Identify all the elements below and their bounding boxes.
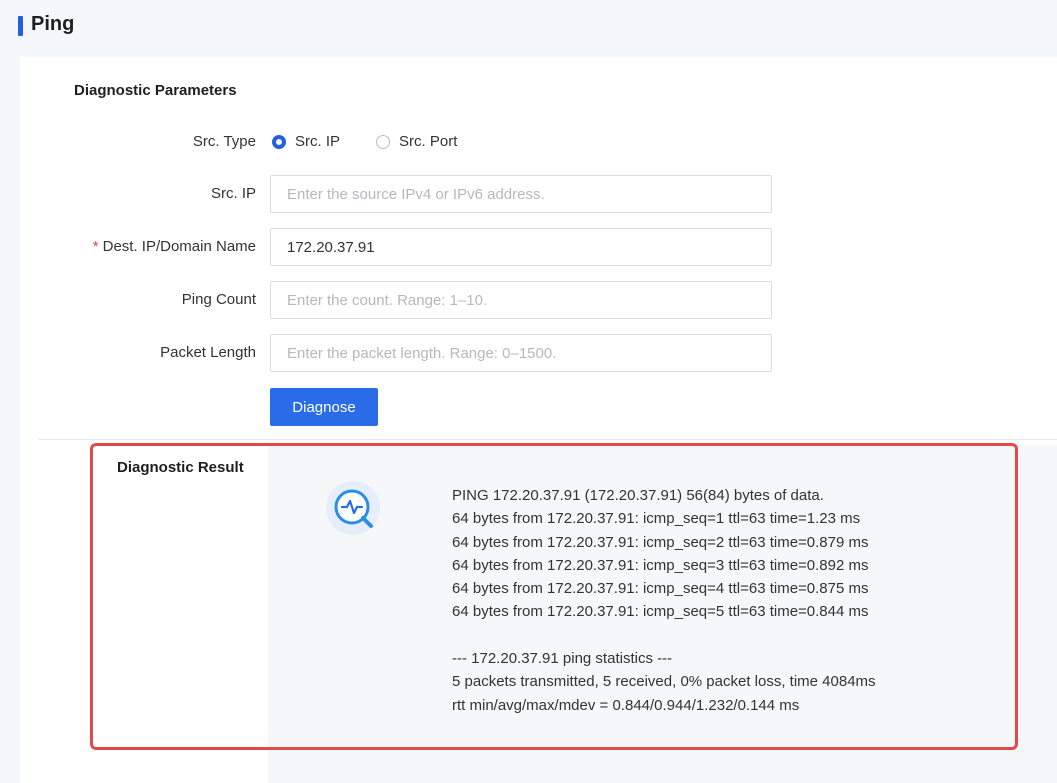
page-title: Ping bbox=[31, 13, 75, 35]
required-asterisk: * bbox=[92, 238, 99, 255]
radio-checked-icon[interactable] bbox=[272, 134, 286, 149]
left-gutter bbox=[0, 0, 20, 783]
src-type-radio-group: Src. IP Src. Port bbox=[272, 133, 493, 150]
src-ip-input[interactable] bbox=[270, 175, 772, 213]
radio-src-port[interactable]: Src. Port bbox=[376, 133, 457, 150]
radio-src-ip-label: Src. IP bbox=[295, 133, 341, 150]
highlight-annotation-box bbox=[90, 443, 1018, 750]
ping-count-label: Ping Count bbox=[181, 291, 256, 308]
title-accent-bar bbox=[18, 16, 23, 36]
ping-count-input[interactable] bbox=[270, 281, 772, 319]
packet-length-input[interactable] bbox=[270, 334, 772, 372]
dest-ip-input[interactable] bbox=[270, 228, 772, 266]
packet-length-label: Packet Length bbox=[160, 344, 256, 361]
radio-src-ip[interactable]: Src. IP bbox=[272, 133, 340, 150]
dest-ip-label-text: Dest. IP/Domain Name bbox=[102, 238, 256, 255]
src-type-label: Src. Type bbox=[192, 133, 256, 150]
radio-src-port-label: Src. Port bbox=[399, 133, 458, 150]
section-divider bbox=[38, 439, 1057, 440]
src-ip-label: Src. IP bbox=[210, 185, 256, 202]
radio-unchecked-icon[interactable] bbox=[376, 134, 391, 149]
page-header: Ping bbox=[0, 0, 1057, 57]
diagnose-button[interactable]: Diagnose bbox=[270, 388, 378, 426]
diagnostic-parameters-heading: Diagnostic Parameters bbox=[74, 82, 237, 99]
dest-ip-label: * Dest. IP/Domain Name bbox=[93, 238, 256, 255]
